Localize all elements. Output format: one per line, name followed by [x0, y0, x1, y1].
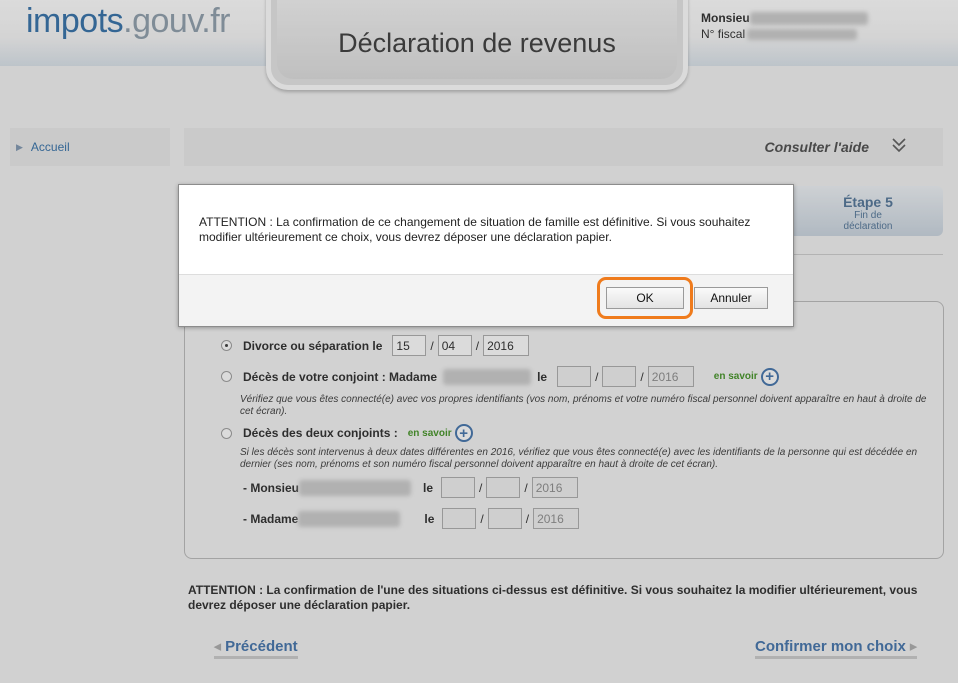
- cancel-button[interactable]: Annuler: [694, 287, 768, 309]
- ok-button[interactable]: OK: [606, 287, 684, 309]
- confirmation-dialog: ATTENTION : La confirmation de ce change…: [178, 184, 794, 327]
- dialog-footer: OK Annuler: [179, 274, 793, 326]
- dialog-message: ATTENTION : La confirmation de ce change…: [199, 215, 751, 244]
- modal-overlay: [0, 0, 958, 683]
